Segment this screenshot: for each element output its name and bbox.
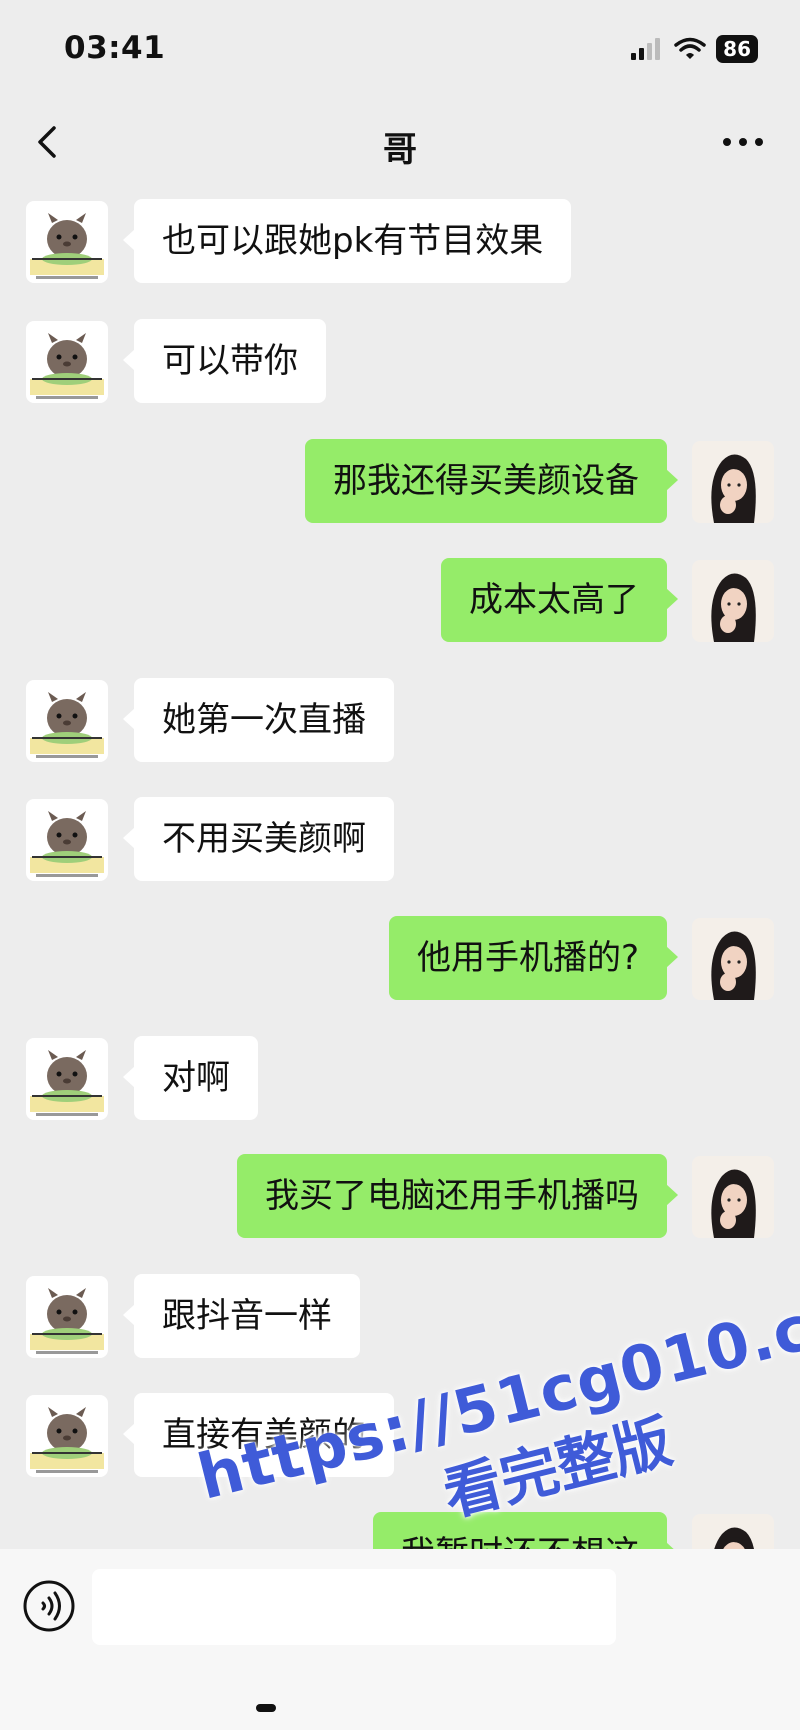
cellular-signal-icon [631, 38, 661, 60]
message-bubble[interactable]: 不用买美颜啊 [123, 797, 394, 881]
contact-avatar[interactable] [26, 1276, 108, 1358]
wifi-icon [674, 37, 706, 59]
message-bubble[interactable]: 我买了电脑还用手机播吗 [237, 1154, 678, 1238]
message-row: 那我还得买美颜设备 [0, 439, 800, 529]
my-avatar[interactable] [692, 560, 774, 642]
message-row: 不用买美颜啊 [0, 797, 800, 887]
message-input[interactable] [92, 1569, 616, 1645]
message-bubble[interactable]: 那我还得买美颜设备 [305, 439, 678, 523]
my-avatar[interactable] [692, 918, 774, 1000]
message-row: 对啊 [0, 1036, 800, 1126]
message-row: 跟抖音一样 [0, 1274, 800, 1364]
message-bubble[interactable]: 他用手机播的? [388, 916, 679, 1000]
contact-avatar[interactable] [26, 1395, 108, 1477]
message-row: 成本太高了 [0, 558, 800, 648]
voice-input-icon[interactable] [22, 1579, 76, 1633]
message-row: 我买了电脑还用手机播吗 [0, 1154, 800, 1244]
message-row: 可以带你 [0, 319, 800, 409]
message-row: 他用手机播的? [0, 916, 800, 1006]
message-row: 她第一次直播 [0, 678, 800, 768]
message-row: 我暂时还不想这 [0, 1512, 800, 1549]
message-bubble[interactable]: 直接有美颜的 [123, 1393, 394, 1477]
my-avatar[interactable] [692, 1514, 774, 1549]
message-bubble[interactable]: 她第一次直播 [123, 678, 394, 762]
message-bubble[interactable]: 也可以跟她pk有节目效果 [122, 199, 572, 283]
battery-icon: 86 [716, 35, 758, 63]
status-bar: 03:41 86 [0, 0, 800, 100]
message-bubble[interactable]: 对啊 [123, 1036, 258, 1120]
chat-area[interactable]: 也可以跟她pk有节目效果 可以带你 那我还得买美颜设备 成本太高了 她第一次直播… [0, 184, 800, 1549]
contact-avatar[interactable] [26, 680, 108, 762]
my-avatar[interactable] [692, 441, 774, 523]
contact-avatar[interactable] [26, 799, 108, 881]
status-time: 03:41 [64, 30, 166, 66]
contact-avatar[interactable] [26, 1038, 108, 1120]
contact-avatar[interactable] [26, 201, 108, 283]
home-indicator [256, 1704, 276, 1712]
chat-title: 哥 [383, 130, 417, 170]
input-bar [0, 1549, 800, 1730]
message-row: 直接有美颜的 [0, 1393, 800, 1483]
message-row: 也可以跟她pk有节目效果 [0, 199, 800, 289]
message-bubble[interactable]: 成本太高了 [441, 558, 678, 642]
nav-bar: 哥 [0, 100, 800, 184]
more-options-icon[interactable] [718, 124, 768, 160]
message-bubble[interactable]: 可以带你 [123, 319, 326, 403]
message-bubble[interactable]: 跟抖音一样 [123, 1274, 360, 1358]
my-avatar[interactable] [692, 1156, 774, 1238]
message-bubble[interactable]: 我暂时还不想这 [373, 1512, 678, 1549]
status-icons: 86 [630, 33, 758, 65]
contact-avatar[interactable] [26, 321, 108, 403]
